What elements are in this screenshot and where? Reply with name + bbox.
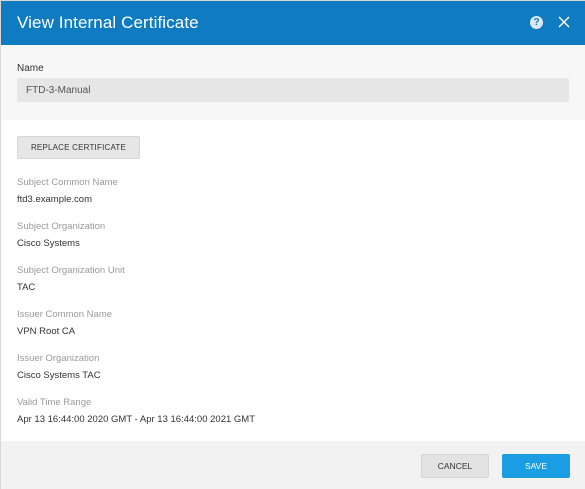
issuer-common-name: Issuer Common Name VPN Root CA bbox=[17, 309, 112, 337]
replace-certificate-button[interactable]: REPLACE CERTIFICATE bbox=[17, 136, 140, 159]
save-button[interactable]: SAVE bbox=[502, 454, 570, 478]
subject-organization: Subject Organization Cisco Systems bbox=[17, 221, 105, 249]
field-value: Cisco Systems TAC bbox=[17, 370, 101, 381]
field-value: VPN Root CA bbox=[17, 326, 76, 337]
field-label: Subject Organization bbox=[17, 221, 106, 232]
field-label: Valid Time Range bbox=[17, 397, 92, 408]
subject-organization-unit: Subject Organization Unit TAC bbox=[17, 265, 125, 293]
view-certificate-dialog: View Internal Certificate ? Name REPLACE… bbox=[0, 0, 585, 489]
issuer-organization: Issuer Organization Cisco Systems TAC bbox=[17, 353, 101, 381]
cancel-button[interactable]: CANCEL bbox=[421, 454, 489, 478]
field-value: Cisco Systems bbox=[17, 238, 80, 249]
dialog-title: View Internal Certificate bbox=[17, 13, 199, 32]
field-label: Issuer Common Name bbox=[17, 309, 113, 320]
field-label: Issuer Organization bbox=[17, 353, 100, 364]
field-value: Apr 13 16:44:00 2020 GMT - Apr 13 16:44:… bbox=[17, 414, 256, 425]
field-value: ftd3.example.com bbox=[17, 194, 92, 205]
dialog-header: View Internal Certificate ? bbox=[1, 1, 585, 45]
name-field[interactable] bbox=[17, 78, 569, 102]
subject-common-name: Subject Common Name ftd3.example.com bbox=[17, 177, 118, 205]
dialog-footer: CANCEL SAVE bbox=[1, 441, 585, 489]
certificate-details: REPLACE CERTIFICATE Subject Common Name … bbox=[1, 120, 585, 441]
field-value: TAC bbox=[17, 282, 36, 293]
help-icon[interactable]: ? bbox=[530, 16, 543, 29]
name-section: Name bbox=[1, 45, 585, 120]
valid-time-range: Valid Time Range Apr 13 16:44:00 2020 GM… bbox=[17, 397, 255, 425]
close-icon[interactable] bbox=[556, 14, 572, 30]
field-label: Subject Common Name bbox=[17, 177, 118, 188]
name-label: Name bbox=[17, 63, 44, 74]
field-label: Subject Organization Unit bbox=[17, 265, 125, 276]
